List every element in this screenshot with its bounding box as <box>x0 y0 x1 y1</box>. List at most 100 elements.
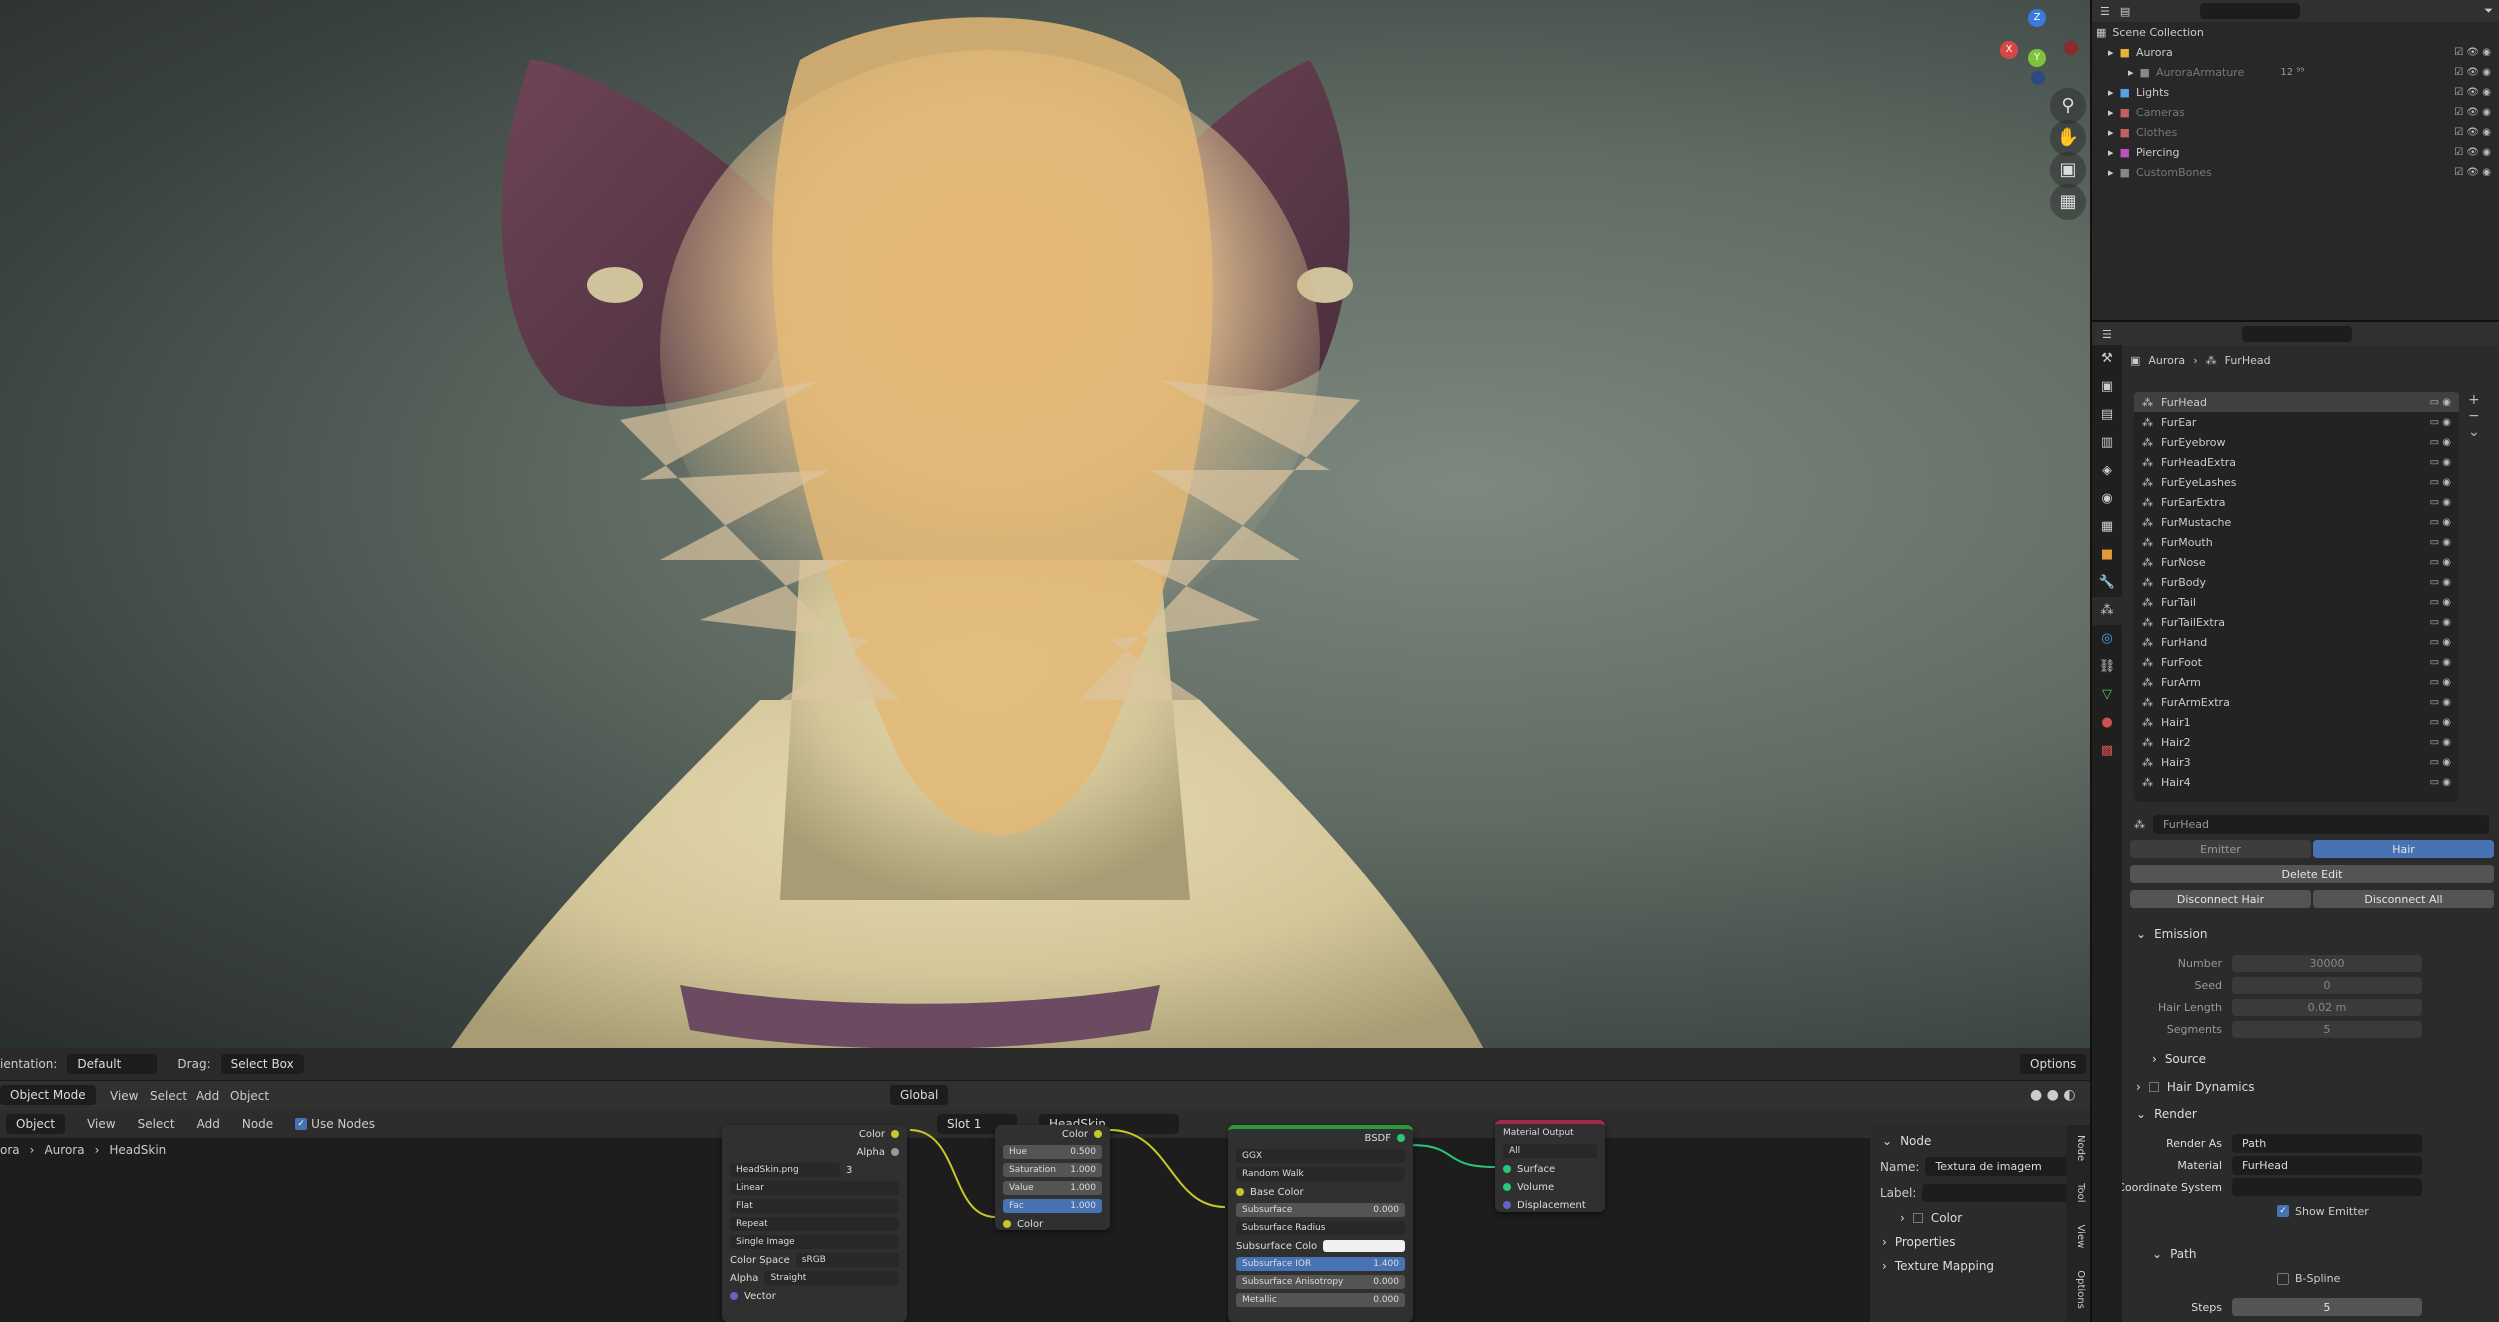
node-label-field[interactable] <box>1922 1184 2080 1202</box>
particle-system-row[interactable]: ⁂ FurEyebrow ▭ ◉ <box>2134 432 2459 452</box>
visibility-icon[interactable]: ▭ ◉ <box>2430 557 2451 568</box>
source-dropdown[interactable]: Single Image <box>730 1235 899 1249</box>
visibility-icon[interactable]: ▭ ◉ <box>2430 517 2451 528</box>
camera-icon[interactable]: ▣ <box>2050 152 2086 188</box>
grid-icon[interactable]: ▦ <box>2050 184 2086 220</box>
material-icon[interactable]: ● <box>2092 709 2122 737</box>
expand-icon[interactable]: ▸ <box>2108 126 2114 139</box>
checkbox-icon[interactable] <box>2148 1082 2159 1092</box>
expand-icon[interactable]: ▸ <box>2108 166 2114 179</box>
expand-icon[interactable]: ▸ <box>2108 86 2114 99</box>
extension-dropdown[interactable]: Repeat <box>730 1217 899 1231</box>
visibility-icon[interactable]: ▭ ◉ <box>2430 697 2451 708</box>
socket-icon[interactable] <box>1236 1188 1244 1196</box>
collection-icon[interactable]: ▦ <box>2092 513 2122 541</box>
particle-system-row[interactable]: ⁂ FurHead ▭ ◉ <box>2134 392 2459 412</box>
outliner-row[interactable]: ▸ ■ Lights ☑ 👁 ◉ <box>2092 82 2499 102</box>
visibility-icon[interactable]: ▭ ◉ <box>2430 597 2451 608</box>
tab-tool[interactable]: Tool <box>2075 1183 2086 1202</box>
data-icon[interactable]: ▽ <box>2092 681 2122 709</box>
visibility-icon[interactable]: ▭ ◉ <box>2430 777 2451 788</box>
visibility-icon[interactable]: ▭ ◉ <box>2430 617 2451 628</box>
subsurface-method-dropdown[interactable]: Random Walk <box>1236 1167 1405 1181</box>
particle-system-row[interactable]: ⁂ FurNose ▭ ◉ <box>2134 552 2459 572</box>
socket-icon[interactable] <box>1503 1201 1511 1209</box>
scene-icon[interactable]: ◈ <box>2092 457 2122 485</box>
menu-select[interactable]: Select <box>150 1089 187 1103</box>
bspline-toggle[interactable]: B-Spline <box>2277 1272 2340 1285</box>
image-selector[interactable]: HeadSkin.png 3 <box>722 1161 907 1179</box>
source-panel-header[interactable]: › Source <box>2152 1047 2206 1071</box>
3d-viewport[interactable]: Z Y X ⚲ ✋ ▣ ▦ <box>0 0 2090 1080</box>
disconnect-hair-button[interactable]: Disconnect Hair <box>2130 890 2311 908</box>
hand-icon[interactable]: ✋ <box>2050 120 2086 156</box>
checkbox-icon[interactable] <box>2277 1272 2289 1285</box>
gizmo-y-axis[interactable]: Y <box>2028 49 2046 67</box>
expand-icon[interactable]: ▸ <box>2108 106 2114 119</box>
particle-system-row[interactable]: ⁂ FurBody ▭ ◉ <box>2134 572 2459 592</box>
visibility-icon[interactable]: ▭ ◉ <box>2430 717 2451 728</box>
socket-icon[interactable] <box>891 1130 899 1138</box>
subsurface-field[interactable]: Subsurface 0.000 <box>1236 1203 1405 1217</box>
number-field[interactable]: 30000 <box>2232 954 2422 972</box>
particle-system-row[interactable]: ⁂ FurEarExtra ▭ ◉ <box>2134 492 2459 512</box>
scene-collection-row[interactable]: ▦ Scene Collection <box>2092 22 2499 42</box>
orientation-dropdown[interactable]: Default <box>67 1054 158 1074</box>
fac-field[interactable]: Fac 1.000 <box>1003 1199 1102 1213</box>
particle-system-row[interactable]: ⁂ FurEar ▭ ◉ <box>2134 412 2459 432</box>
visibility-icon[interactable]: ☑ 👁 ◉ <box>2454 47 2491 58</box>
visibility-icon[interactable]: ▭ ◉ <box>2430 437 2451 448</box>
settings-name-field[interactable]: FurHead <box>2153 814 2489 834</box>
visibility-icon[interactable]: ▭ ◉ <box>2430 417 2451 428</box>
view-layer-icon[interactable]: ▥ <box>2092 429 2122 457</box>
hue-saturation-node[interactable]: Color Hue 0.500 Saturation 1.000 Value 1.00… <box>995 1125 1110 1230</box>
colorspace-dropdown[interactable]: sRGB <box>795 1253 899 1267</box>
visibility-icon[interactable]: ☑ 👁 ◉ <box>2454 67 2491 78</box>
visibility-icon[interactable]: ▭ ◉ <box>2430 477 2451 488</box>
expand-icon[interactable]: ▸ <box>2108 146 2114 159</box>
expand-icon[interactable]: ▸ <box>2108 46 2114 59</box>
interpolation-dropdown[interactable]: Linear <box>730 1181 899 1195</box>
visibility-icon[interactable]: ▭ ◉ <box>2430 457 2451 468</box>
particle-system-row[interactable]: ⁂ FurTail ▭ ◉ <box>2134 592 2459 612</box>
remove-icon[interactable]: − <box>2468 408 2490 424</box>
outliner[interactable]: ☰ ▤ ⏷ ▦ Scene Collection ▸ ■ Aurora ☑ 👁 ◉ ▸ ■ A… <box>2090 0 2499 320</box>
coordinate-system-field[interactable] <box>2232 1178 2422 1196</box>
properties-search-input[interactable] <box>2241 326 2352 342</box>
subsurface-anisotropy-field[interactable]: Subsurface Anisotropy 0.000 <box>1236 1275 1405 1289</box>
color-panel-header[interactable]: › Color <box>1870 1206 2090 1230</box>
visibility-icon[interactable]: ▭ ◉ <box>2430 737 2451 748</box>
particle-system-row[interactable]: ⁂ FurHeadExtra ▭ ◉ <box>2134 452 2459 472</box>
visibility-icon[interactable]: ▭ ◉ <box>2430 577 2451 588</box>
render-panel-header[interactable]: ⌄ Render <box>2136 1102 2197 1126</box>
particle-system-row[interactable]: ⁂ FurArmExtra ▭ ◉ <box>2134 692 2459 712</box>
transform-space-dropdown[interactable]: Global <box>890 1085 949 1105</box>
expand-icon[interactable]: ▸ <box>2128 66 2134 79</box>
outliner-row[interactable]: ▸ ■ Clothes ☑ 👁 ◉ <box>2092 122 2499 142</box>
tab-emitter[interactable]: Emitter <box>2130 840 2311 858</box>
particle-system-row[interactable]: ⁂ FurEyeLashes ▭ ◉ <box>2134 472 2459 492</box>
tab-view[interactable]: View <box>2075 1225 2086 1249</box>
object-mode-dropdown[interactable]: Object Mode <box>0 1085 96 1105</box>
visibility-icon[interactable]: ▭ ◉ <box>2430 537 2451 548</box>
material-output-node[interactable]: Material Output All Surface Volume Displ… <box>1495 1120 1605 1212</box>
chevron-down-icon[interactable]: ⌄ <box>2468 424 2490 440</box>
add-icon[interactable]: + <box>2468 392 2490 408</box>
particle-system-row[interactable]: ⁂ Hair4 ▭ ◉ <box>2134 772 2459 792</box>
hair-length-field[interactable]: 0.02 m <box>2232 998 2422 1016</box>
drag-dropdown[interactable]: Select Box <box>220 1054 304 1074</box>
visibility-icon[interactable]: ▭ ◉ <box>2430 397 2451 408</box>
filter-icon[interactable]: ⏷ <box>2484 4 2493 18</box>
node-name-field[interactable]: Textura de imagem <box>1925 1157 2080 1176</box>
image-name-field[interactable]: HeadSkin.png <box>730 1163 840 1177</box>
principled-bsdf-node[interactable]: BSDF GGX Random Walk Base Color Subsurfa… <box>1228 1125 1413 1322</box>
world-icon[interactable]: ◉ <box>2092 485 2122 513</box>
editor-type-icon[interactable]: ☰ <box>2102 328 2112 341</box>
tab-options[interactable]: Options <box>2075 1270 2086 1309</box>
particle-system-row[interactable]: ⁂ FurHand ▭ ◉ <box>2134 632 2459 652</box>
object-icon[interactable]: ■ <box>2092 541 2122 569</box>
zoom-icon[interactable]: ⚲ <box>2050 88 2086 124</box>
checkbox-icon[interactable] <box>1912 1213 1923 1223</box>
visibility-icon[interactable]: ▭ ◉ <box>2430 657 2451 668</box>
particle-settings-selector[interactable]: ⁂ FurHead <box>2134 814 2489 834</box>
